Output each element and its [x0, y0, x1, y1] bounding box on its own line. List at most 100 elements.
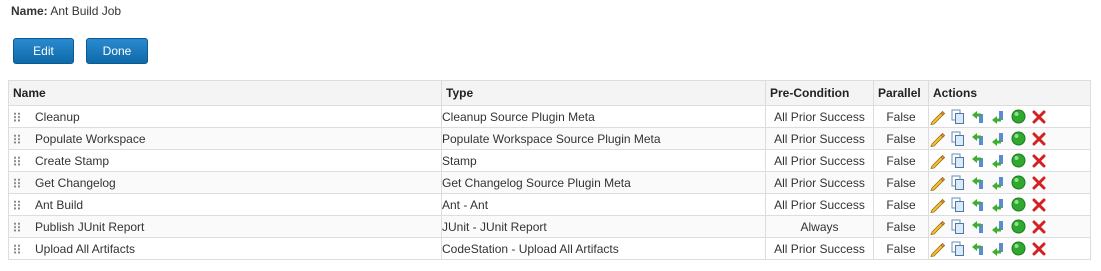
column-header-precondition[interactable]: Pre-Condition — [765, 80, 874, 106]
step-parallel: False — [873, 127, 929, 150]
job-name-value: Ant Build Job — [50, 4, 122, 18]
delete-icon[interactable] — [1032, 198, 1046, 212]
pencil-icon[interactable] — [930, 175, 945, 191]
step-type: CodeStation - Upload All Artifacts — [441, 237, 766, 260]
step-actions-cell — [928, 105, 1091, 128]
insert-before-icon[interactable] — [971, 153, 985, 169]
pencil-icon[interactable] — [930, 241, 945, 257]
column-header-actions: Actions — [928, 80, 1091, 106]
step-parallel: False — [873, 193, 929, 216]
delete-icon[interactable] — [1032, 176, 1046, 190]
insert-after-icon[interactable] — [991, 109, 1005, 125]
step-parallel: False — [873, 149, 929, 172]
drag-handle-icon[interactable] — [13, 244, 21, 255]
step-precondition: All Prior Success — [765, 105, 874, 128]
insert-before-icon[interactable] — [971, 175, 985, 191]
table-row: Ant Build Ant - Ant All Prior Success False — [8, 193, 1091, 216]
step-parallel: False — [873, 237, 929, 260]
table-row: Publish JUnit Report JUnit - JUnit Report… — [8, 215, 1091, 238]
step-type: Ant - Ant — [441, 193, 766, 216]
edit-button[interactable]: Edit — [13, 38, 74, 64]
table-row: Create Stamp Stamp All Prior Success False — [8, 149, 1091, 172]
step-actions-cell — [928, 193, 1091, 216]
insert-before-icon[interactable] — [971, 219, 985, 235]
step-precondition: All Prior Success — [765, 237, 874, 260]
copy-icon[interactable] — [951, 153, 965, 169]
step-actions-cell — [928, 149, 1091, 172]
step-precondition: All Prior Success — [765, 127, 874, 150]
drag-handle-icon[interactable] — [13, 200, 21, 211]
step-actions-cell — [928, 237, 1091, 260]
step-name-cell: Ant Build — [8, 193, 442, 216]
insert-before-icon[interactable] — [971, 109, 985, 125]
insert-after-icon[interactable] — [991, 219, 1005, 235]
table-row: Cleanup Cleanup Source Plugin Meta All Pri… — [8, 105, 1091, 128]
copy-icon[interactable] — [951, 109, 965, 125]
done-button[interactable]: Done — [86, 38, 148, 64]
insert-after-icon[interactable] — [991, 175, 1005, 191]
job-name-line: Name: Ant Build Job — [11, 4, 121, 18]
activate-icon[interactable] — [1011, 153, 1026, 168]
step-name-cell: Publish JUnit Report — [8, 215, 442, 238]
step-name: Cleanup — [35, 109, 80, 124]
pencil-icon[interactable] — [930, 219, 945, 235]
step-name: Create Stamp — [35, 153, 110, 168]
copy-icon[interactable] — [951, 175, 965, 191]
step-precondition: All Prior Success — [765, 193, 874, 216]
column-header-parallel[interactable]: Parallel — [873, 80, 929, 106]
step-precondition: Always — [765, 215, 874, 238]
activate-icon[interactable] — [1011, 131, 1026, 146]
drag-handle-icon[interactable] — [13, 156, 21, 167]
step-type: JUnit - JUnit Report — [441, 215, 766, 238]
step-type: Populate Workspace Source Plugin Meta — [441, 127, 766, 150]
delete-icon[interactable] — [1032, 132, 1046, 146]
insert-after-icon[interactable] — [991, 131, 1005, 147]
activate-icon[interactable] — [1011, 241, 1026, 256]
drag-handle-icon[interactable] — [13, 222, 21, 233]
pencil-icon[interactable] — [930, 153, 945, 169]
pencil-icon[interactable] — [930, 131, 945, 147]
activate-icon[interactable] — [1011, 109, 1026, 124]
activate-icon[interactable] — [1011, 197, 1026, 212]
activate-icon[interactable] — [1011, 219, 1026, 234]
insert-before-icon[interactable] — [971, 241, 985, 257]
step-name: Upload All Artifacts — [35, 241, 136, 256]
drag-handle-icon[interactable] — [13, 178, 21, 189]
step-actions-cell — [928, 127, 1091, 150]
step-precondition: All Prior Success — [765, 171, 874, 194]
table-row: Upload All Artifacts CodeStation - Upload… — [8, 237, 1091, 260]
step-name: Populate Workspace — [35, 131, 146, 146]
delete-icon[interactable] — [1032, 242, 1046, 256]
insert-before-icon[interactable] — [971, 197, 985, 213]
step-name: Get Changelog — [35, 175, 116, 190]
insert-after-icon[interactable] — [991, 241, 1005, 257]
delete-icon[interactable] — [1032, 110, 1046, 124]
insert-after-icon[interactable] — [991, 197, 1005, 213]
pencil-icon[interactable] — [930, 197, 945, 213]
column-header-type[interactable]: Type — [441, 80, 766, 106]
step-name-cell: Upload All Artifacts — [8, 237, 442, 260]
step-name-cell: Populate Workspace — [8, 127, 442, 150]
delete-icon[interactable] — [1032, 154, 1046, 168]
delete-icon[interactable] — [1032, 220, 1046, 234]
steps-table: Name Type Pre-Condition Parallel Actions… — [8, 80, 1091, 260]
pencil-icon[interactable] — [930, 109, 945, 125]
insert-after-icon[interactable] — [991, 153, 1005, 169]
job-name-label: Name: — [11, 4, 48, 18]
drag-handle-icon[interactable] — [13, 112, 21, 123]
step-name: Publish JUnit Report — [35, 219, 145, 234]
copy-icon[interactable] — [951, 131, 965, 147]
copy-icon[interactable] — [951, 197, 965, 213]
step-parallel: False — [873, 215, 929, 238]
column-header-name[interactable]: Name — [8, 80, 442, 106]
activate-icon[interactable] — [1011, 175, 1026, 190]
step-type: Cleanup Source Plugin Meta — [441, 105, 766, 128]
drag-handle-icon[interactable] — [13, 134, 21, 145]
insert-before-icon[interactable] — [971, 131, 985, 147]
copy-icon[interactable] — [951, 219, 965, 235]
table-row: Get Changelog Get Changelog Source Plugin… — [8, 171, 1091, 194]
step-name-cell: Get Changelog — [8, 171, 442, 194]
copy-icon[interactable] — [951, 241, 965, 257]
step-type: Stamp — [441, 149, 766, 172]
step-precondition: All Prior Success — [765, 149, 874, 172]
